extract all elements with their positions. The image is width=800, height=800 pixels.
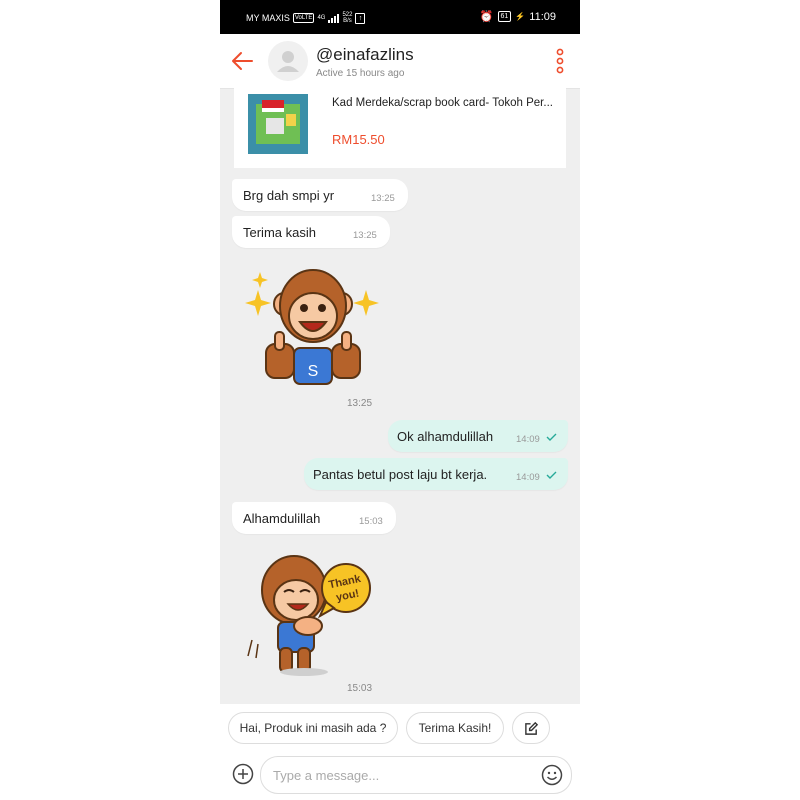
message-incoming[interactable]: Brg dah smpi yr 13:25 [232, 179, 408, 211]
add-attachment-icon[interactable] [232, 763, 254, 785]
upload-notification-icon: ↑ [355, 12, 366, 24]
product-card[interactable]: Kad Merdeka/scrap book card- Tokoh Per..… [234, 88, 566, 168]
edit-icon [524, 721, 538, 735]
product-title: Kad Merdeka/scrap book card- Tokoh Per..… [332, 97, 553, 109]
status-bar: MY MAXIS VoLTE 4G 522 B/s ↑ ⏰ 61 ⚡ 11:09 [220, 0, 580, 34]
more-options-icon[interactable] [556, 48, 564, 74]
product-thumbnail [248, 94, 308, 154]
message-text: Alhamdulillah [243, 511, 321, 526]
charging-icon: ⚡ [515, 12, 526, 21]
read-check-icon [546, 471, 557, 479]
message-time: 14:09 [516, 472, 540, 483]
message-input[interactable]: Type a message... [260, 756, 572, 794]
carrier-label: MY MAXIS [246, 13, 290, 23]
quick-reply-button[interactable]: Hai, Produk ini masih ada ? [228, 712, 398, 744]
sticker-monkey-thumbs-up[interactable]: S [242, 264, 382, 389]
message-text: Brg dah smpi yr [243, 188, 335, 203]
user-placeholder-icon [277, 51, 299, 72]
edit-quick-replies-button[interactable] [512, 712, 550, 744]
quick-reply-button[interactable]: Terima Kasih! [406, 712, 504, 744]
message-time: 14:09 [516, 434, 540, 445]
quick-replies-bar: Hai, Produk ini masih ada ? Terima Kasih… [220, 704, 580, 752]
message-placeholder: Type a message... [273, 768, 380, 783]
user-active-status: Active 15 hours ago [316, 68, 405, 79]
message-text: Pantas betul post laju bt kerja. [313, 467, 488, 482]
chat-username[interactable]: @einafazlins [316, 45, 414, 65]
sticker-time: 13:25 [347, 398, 373, 409]
status-right: ⏰ 61 ⚡ 11:09 [479, 10, 556, 24]
sticker-badge-letter: S [308, 363, 319, 380]
message-incoming[interactable]: Terima kasih 13:25 [232, 216, 390, 248]
thank-you-speech-bubble: Thank you! [317, 563, 371, 619]
message-time: 13:25 [353, 230, 377, 241]
product-price: RM15.50 [332, 132, 385, 147]
message-outgoing[interactable]: Ok alhamdulillah 14:09 [388, 420, 568, 452]
volte-badge: VoLTE [292, 13, 315, 23]
read-check-icon [546, 433, 557, 441]
chat-screen: MY MAXIS VoLTE 4G 522 B/s ↑ ⏰ 61 ⚡ 11:09 [220, 0, 580, 800]
network-speed: 522 B/s [342, 12, 352, 24]
alarm-icon: ⏰ [479, 11, 494, 23]
message-incoming[interactable]: Alhamdulillah 15:03 [232, 502, 396, 534]
message-outgoing[interactable]: Pantas betul post laju bt kerja. 14:09 [304, 458, 568, 490]
status-left: MY MAXIS VoLTE 4G 522 B/s ↑ [246, 12, 366, 24]
chat-header: @einafazlins Active 15 hours ago [220, 34, 580, 89]
avatar[interactable] [268, 41, 308, 81]
message-time: 15:03 [359, 516, 383, 527]
emoji-icon[interactable] [541, 764, 563, 786]
signal-icon [328, 13, 340, 23]
message-text: Terima kasih [243, 225, 316, 240]
product-image [248, 94, 308, 154]
clock: 11:09 [529, 10, 556, 23]
back-arrow-icon[interactable] [230, 48, 256, 74]
message-text: Ok alhamdulillah [397, 429, 494, 444]
sticker-time: 15:03 [347, 683, 373, 694]
network-label: 4G [317, 15, 326, 21]
message-time: 13:25 [371, 193, 395, 204]
speed-unit: B/s [343, 18, 352, 24]
battery-icon: 61 [497, 11, 512, 22]
message-composer: Type a message... [220, 752, 580, 800]
sticker-monkey-thank-you[interactable]: Thank you! [242, 544, 382, 679]
